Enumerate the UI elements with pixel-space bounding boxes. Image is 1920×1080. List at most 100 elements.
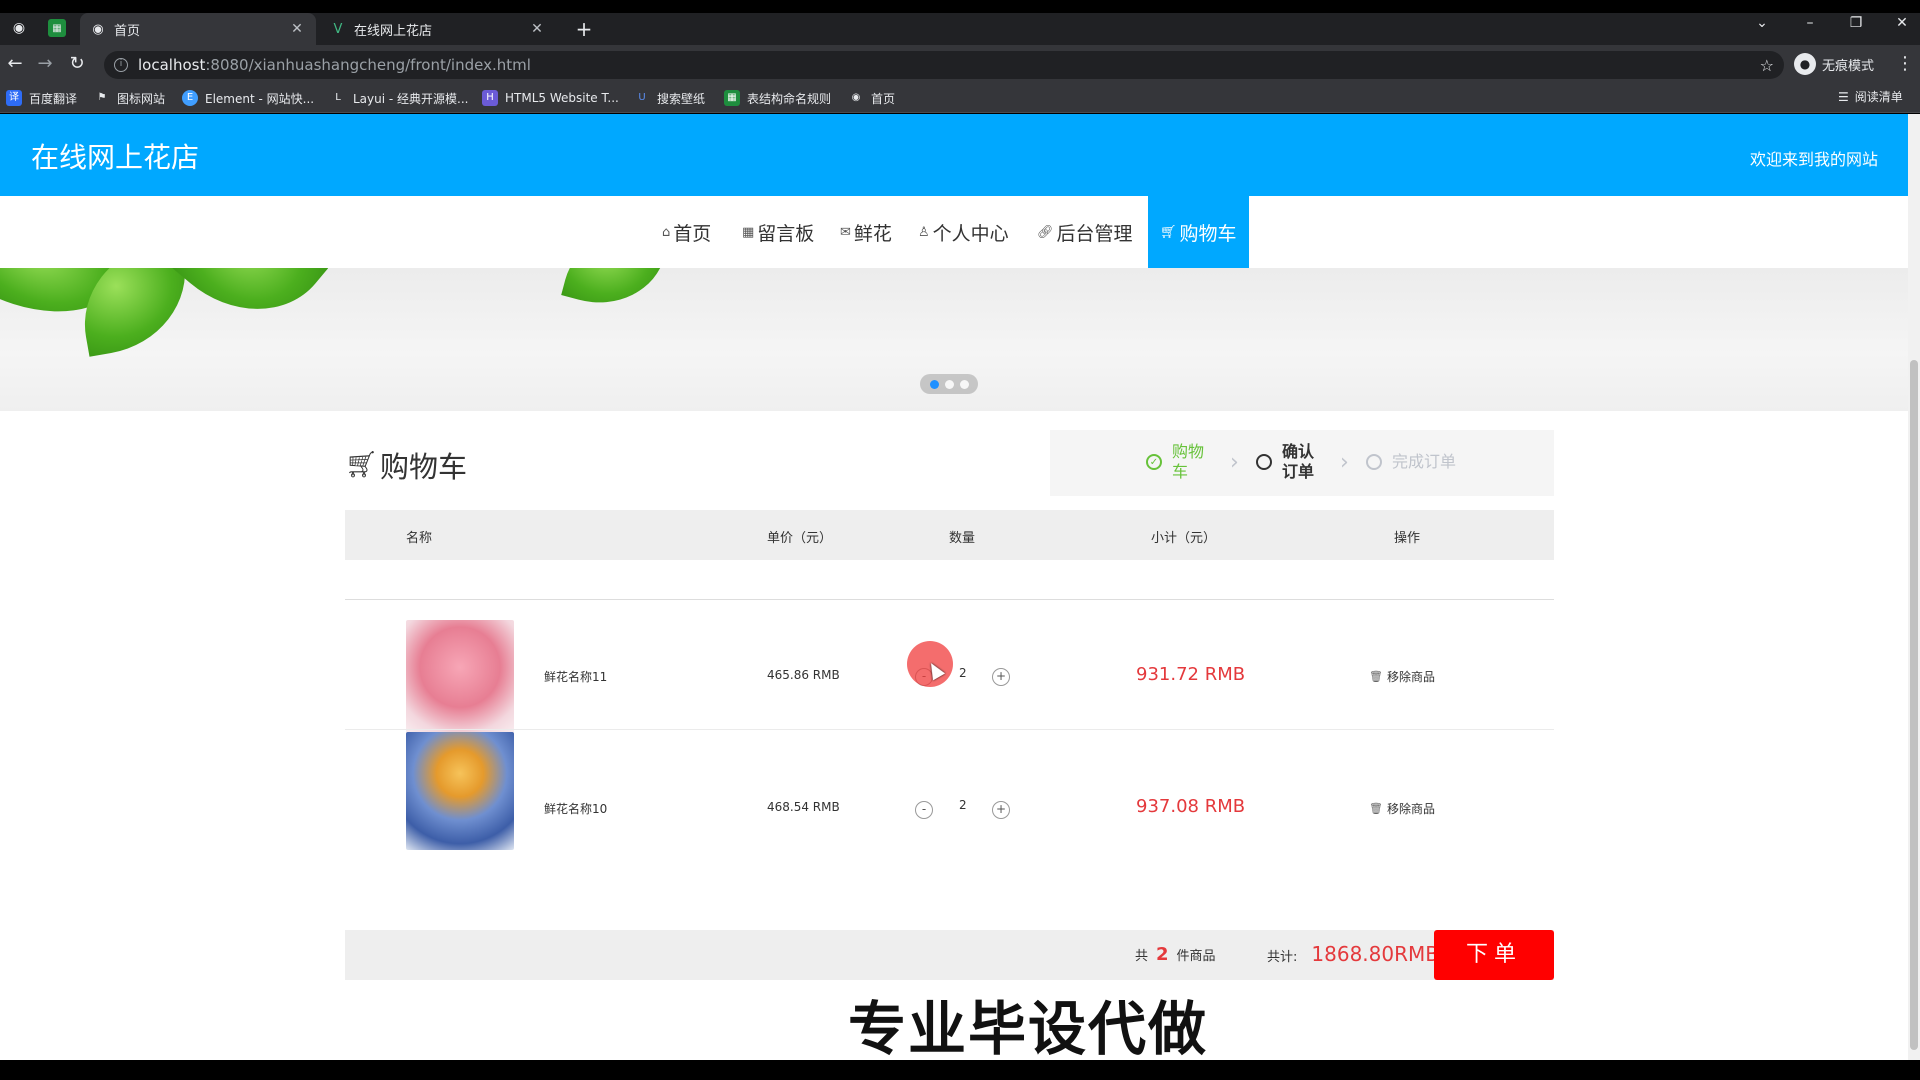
page-scrollbar[interactable]: [1908, 114, 1920, 1060]
page-viewport: 在线网上花店 欢迎来到我的网站 ⌂ 首页 ▦ 留言板 ✉ 鲜花 ♙ 个人中心 🔗︎ 后台管…: [0, 114, 1908, 1060]
translate-icon: 译: [6, 90, 22, 106]
product-image[interactable]: [406, 732, 514, 850]
site-header: 在线网上花店 欢迎来到我的网站: [0, 114, 1908, 196]
reload-icon[interactable]: ↻: [66, 53, 88, 75]
nav-personal-center[interactable]: ♙ 个人中心: [918, 196, 1009, 268]
nav-home[interactable]: ⌂ 首页: [662, 196, 711, 268]
column-name: 名称: [406, 531, 433, 546]
video-watermark: 专业毕设代做: [848, 995, 1209, 1060]
quantity-value[interactable]: 2: [959, 798, 967, 812]
cart-summary: 共 2 件商品 共计: 1868.80RMB: [345, 930, 1554, 980]
product-name[interactable]: 鲜花名称10: [544, 800, 607, 817]
nav-label: 鲜花: [853, 222, 892, 245]
globe-icon: ◉: [92, 21, 104, 37]
banner-carousel[interactable]: [0, 268, 1908, 411]
tab-home[interactable]: ◉ 首页 ✕: [80, 13, 316, 45]
total-label: 共计:: [1267, 950, 1298, 965]
increase-quantity-button[interactable]: +: [992, 801, 1010, 819]
step-label: 确认订单: [1282, 442, 1315, 481]
nav-admin[interactable]: 🔗︎ 后台管理: [1037, 196, 1133, 268]
subtotal: 937.08 RMB: [1136, 796, 1246, 817]
window-close-icon[interactable]: ✕: [1890, 15, 1914, 31]
carousel-dot[interactable]: [929, 379, 939, 389]
product-image[interactable]: [406, 620, 514, 738]
bookmark-icon-sites[interactable]: ⚑ 图标网站: [94, 88, 166, 108]
bookmark-home[interactable]: ◉ 首页: [848, 88, 895, 108]
count-suffix: 件商品: [1176, 949, 1216, 964]
decrease-quantity-button[interactable]: -: [915, 801, 933, 819]
window-bottom-edge: [0, 1060, 1920, 1080]
bookmarks-bar: 译百度翻译 ⚑ 图标网站 E Element - 网站快... L Layui - 经…: [0, 83, 1920, 113]
browser-globe-icon[interactable]: ◉: [10, 19, 28, 37]
info-icon[interactable]: i: [114, 58, 128, 72]
item-count: 共 2 件商品: [1135, 944, 1216, 965]
forward-icon[interactable]: →: [34, 53, 56, 75]
tab-strip: ◉ ▦ ◉ 首页 ✕ V 在线网上花店 ✕ + ⌄ – ❐ ✕: [0, 13, 1920, 45]
nav-label: 个人中心: [932, 222, 1009, 245]
cart-icon: 🛒︎: [345, 450, 379, 480]
incognito-label: 无痕模式: [1822, 58, 1875, 74]
step-confirm: 确认订单: [1256, 442, 1320, 482]
incognito-icon: ●: [1794, 53, 1816, 75]
nav-message-board[interactable]: ▦ 留言板: [742, 196, 814, 268]
step-label: 完成订单: [1392, 452, 1457, 471]
trash-icon: 🗑︎: [1369, 802, 1383, 815]
site-title[interactable]: 在线网上花店: [31, 136, 199, 176]
bookmark-html5[interactable]: H HTML5 Website T...: [482, 88, 619, 108]
bookmark-label: 百度翻译: [29, 91, 78, 106]
carousel-indicator: [920, 374, 978, 394]
circle-icon: [1256, 454, 1272, 470]
tab-flower-shop[interactable]: V 在线网上花店 ✕: [320, 13, 556, 45]
url-host: localhost: [138, 56, 206, 74]
close-icon[interactable]: ✕: [288, 21, 306, 37]
globe-icon: ◉: [851, 92, 861, 103]
new-tab-button[interactable]: +: [572, 17, 596, 41]
bookmark-baidu-translate[interactable]: 译百度翻译: [6, 88, 77, 108]
menu-kebab-icon[interactable]: ⋮: [1896, 53, 1914, 74]
scrollbar-thumb[interactable]: [1910, 360, 1918, 1050]
bookmark-naming-rules[interactable]: ▦ 表结构命名规则: [724, 88, 831, 108]
restore-icon[interactable]: ❐: [1844, 15, 1868, 31]
bookmark-label: 搜索壁纸: [657, 91, 706, 106]
bookmark-wallpaper[interactable]: U 搜索壁纸: [634, 88, 705, 108]
circle-icon: [1366, 454, 1382, 470]
bookmark-layui[interactable]: L Layui - 经典开源模...: [330, 88, 468, 108]
step-label: 购物车: [1172, 442, 1205, 481]
product-name[interactable]: 鲜花名称11: [544, 668, 607, 685]
quantity-value[interactable]: 2: [959, 666, 967, 680]
reading-list[interactable]: ☰ 阅读清单: [1838, 88, 1903, 105]
trash-icon: 🗑︎: [1369, 670, 1383, 683]
welcome-text: 欢迎来到我的网站: [1749, 150, 1878, 169]
step-cart: ✓ 购物车: [1146, 442, 1210, 482]
sheet-icon: ▦: [724, 90, 740, 106]
back-icon[interactable]: ←: [4, 53, 26, 75]
check-circle-icon: ✓: [1146, 454, 1162, 470]
element-icon: E: [182, 90, 198, 106]
bookmark-element[interactable]: E Element - 网站快...: [182, 88, 314, 108]
minimize-icon[interactable]: –: [1798, 15, 1822, 31]
cart-total: 共计: 1868.80RMB: [1267, 942, 1439, 966]
increase-quantity-button[interactable]: +: [992, 668, 1010, 686]
tab-search-icon[interactable]: ▦: [48, 19, 66, 37]
table-row: 鲜花名称10 468.54 RMB - 2 + 937.08 RMB 🗑︎ 移除商…: [345, 730, 1554, 860]
carousel-dot[interactable]: [944, 379, 954, 389]
reading-list-label: 阅读清单: [1854, 90, 1903, 104]
reading-list-icon: ☰: [1838, 89, 1849, 104]
link-icon: 🔗︎: [1037, 224, 1054, 240]
flag-icon: ⚑: [97, 92, 107, 103]
url-input[interactable]: i localhost:8080/xianhuashangcheng/front…: [104, 51, 1784, 79]
leaf-image: [561, 268, 669, 319]
nav-cart[interactable]: 🛒︎ 购物车: [1148, 196, 1249, 268]
carousel-dot[interactable]: [959, 379, 969, 389]
bookmark-label: 图标网站: [117, 91, 166, 106]
place-order-button[interactable]: 下单: [1434, 930, 1554, 980]
close-icon[interactable]: ✕: [528, 21, 546, 37]
remove-item-button[interactable]: 🗑︎ 移除商品: [1369, 668, 1435, 685]
remove-item-button[interactable]: 🗑︎ 移除商品: [1369, 800, 1435, 817]
incognito-indicator[interactable]: ● 无痕模式: [1794, 51, 1874, 77]
nav-flowers[interactable]: ✉ 鲜花: [840, 196, 892, 268]
vue-icon: V: [333, 21, 343, 37]
star-icon[interactable]: ☆: [1760, 56, 1774, 75]
tab-search-dropdown-icon[interactable]: ⌄: [1750, 15, 1774, 31]
bookmark-label: 首页: [871, 91, 896, 106]
